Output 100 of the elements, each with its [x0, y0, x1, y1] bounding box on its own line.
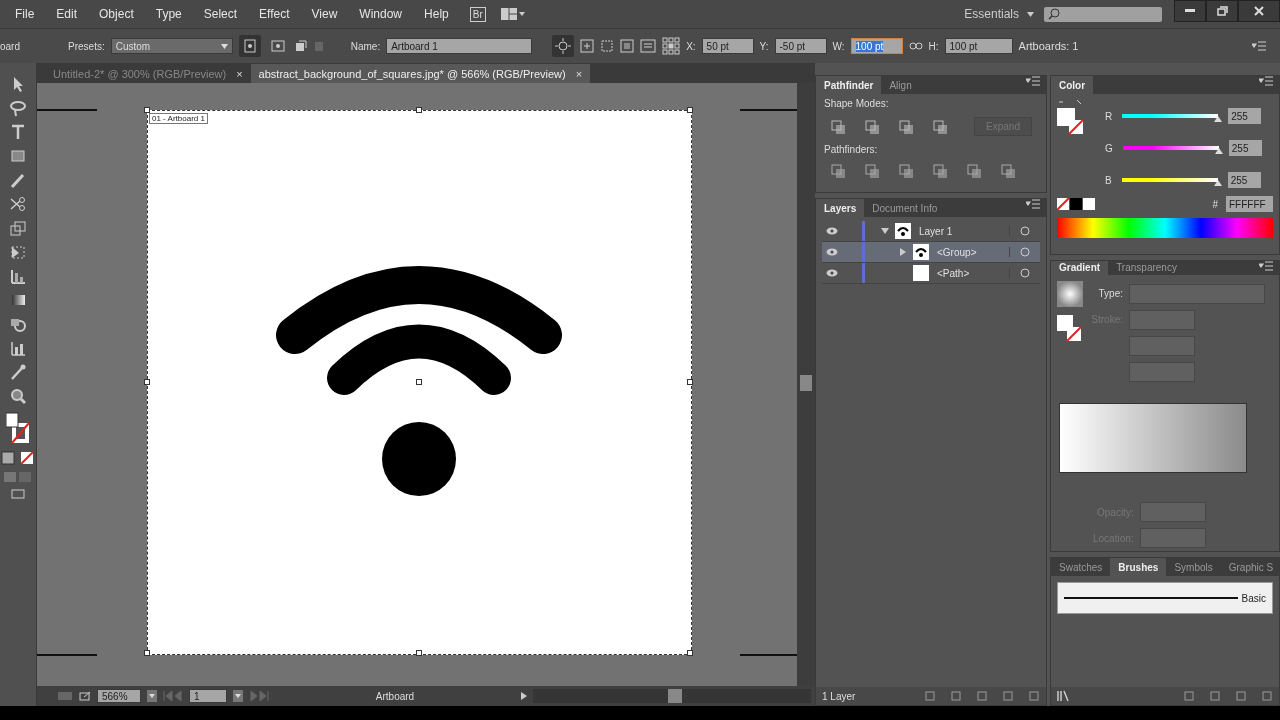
selection-handle[interactable]: [687, 379, 693, 385]
layer-row[interactable]: <Group>: [822, 242, 1040, 263]
eye-icon[interactable]: [826, 227, 838, 235]
constrain-link-icon[interactable]: [908, 40, 923, 52]
expanded-triangle-icon[interactable]: [881, 227, 889, 235]
panel-tab[interactable]: Transparency: [1108, 261, 1185, 275]
slider-thumb[interactable]: [1213, 180, 1222, 186]
artboard-options-icon[interactable]: [620, 39, 635, 53]
coordinate-field[interactable]: 50 pt: [701, 38, 754, 54]
scale-tool-icon[interactable]: [9, 219, 27, 237]
panel-tab[interactable]: Symbols: [1166, 558, 1221, 576]
coordinate-field[interactable]: -50 pt: [774, 38, 827, 54]
menu-item[interactable]: File: [4, 7, 46, 21]
menu-item[interactable]: Help: [413, 7, 460, 21]
restore-button[interactable]: [1206, 0, 1238, 22]
none-swatch-icon[interactable]: [1, 451, 35, 465]
remove-stroke-icon[interactable]: [1183, 690, 1195, 702]
color-spectrum[interactable]: [1057, 218, 1273, 238]
coordinate-field[interactable]: 100 pt: [850, 38, 903, 54]
artboard-rulers-icon[interactable]: [600, 39, 615, 53]
center-artboard-icon[interactable]: [580, 39, 595, 53]
panel-tab[interactable]: Swatches: [1051, 558, 1111, 576]
collapsed-triangle-icon[interactable]: [899, 248, 907, 256]
selection-handle[interactable]: [416, 107, 422, 113]
fill-stroke-swatch-icon[interactable]: [6, 411, 30, 445]
type-tool-icon[interactable]: [9, 123, 27, 141]
layer-row[interactable]: <Path>: [822, 263, 1040, 284]
gradient-preview-icon[interactable]: [1057, 280, 1083, 307]
close-button[interactable]: [1238, 0, 1280, 22]
slider-thumb[interactable]: [1214, 148, 1223, 154]
new-layer-icon[interactable]: [1002, 690, 1014, 702]
menu-item[interactable]: View: [300, 7, 349, 21]
rectangle-tool-icon[interactable]: [9, 147, 27, 165]
selection-handle[interactable]: [144, 379, 150, 385]
horizontal-scrollbar[interactable]: [533, 689, 811, 703]
control-menu-icon[interactable]: [1252, 41, 1266, 51]
artboard-list-icon[interactable]: [640, 39, 657, 53]
target-circle-icon[interactable]: [1020, 226, 1030, 236]
zoom-icon[interactable]: [9, 387, 27, 405]
arrange-documents-icon[interactable]: [499, 7, 526, 21]
zoom-field[interactable]: 566%: [97, 689, 141, 703]
selection-handle[interactable]: [144, 107, 150, 113]
trash-icon[interactable]: [1028, 690, 1040, 702]
tab-close-button[interactable]: ×: [575, 67, 583, 80]
lasso-icon[interactable]: [9, 99, 27, 117]
channel-value-field[interactable]: 255: [1228, 108, 1262, 124]
panel-tab[interactable]: Brushes: [1110, 558, 1167, 576]
panel-menu-icon[interactable]: [1026, 76, 1040, 86]
new-brush-icon[interactable]: [1235, 690, 1247, 702]
menu-item[interactable]: Window: [348, 7, 414, 21]
panel-menu-icon[interactable]: [1259, 261, 1273, 271]
panel-tab[interactable]: Align: [881, 76, 920, 94]
graph-tool-icon[interactable]: [9, 267, 27, 285]
new-sublayer-icon[interactable]: [976, 690, 988, 702]
zoom-dropdown-icon[interactable]: [147, 690, 157, 702]
selection-handle[interactable]: [416, 379, 422, 385]
search-field[interactable]: [1044, 6, 1162, 22]
menu-item[interactable]: Object: [88, 7, 145, 21]
selection-handle[interactable]: [416, 650, 422, 656]
selection-handle[interactable]: [687, 650, 693, 656]
screen-mode-icon[interactable]: [11, 489, 25, 499]
artboard-number-field[interactable]: 1: [189, 689, 227, 703]
new-artboard-icon[interactable]: [294, 40, 307, 52]
channel-value-field[interactable]: 255: [1228, 140, 1262, 156]
document-tab[interactable]: abstract_background_of_squares.jpg* @ 566% (RGB/Preview) ×: [250, 64, 591, 83]
minimize-button[interactable]: [1174, 0, 1206, 22]
pencil-icon[interactable]: [9, 171, 27, 189]
brush-item[interactable]: Basic: [1057, 582, 1273, 614]
menu-item[interactable]: Edit: [45, 7, 89, 21]
eye-icon[interactable]: [826, 269, 838, 277]
crop-icon[interactable]: [932, 163, 948, 179]
exclude-icon[interactable]: [932, 118, 948, 135]
panel-tab[interactable]: Layers: [816, 199, 865, 217]
coordinate-field[interactable]: 100 pt: [944, 38, 1013, 54]
presets-dropdown[interactable]: Custom: [110, 38, 233, 54]
panel-menu-icon[interactable]: [1259, 76, 1273, 86]
fill-stroke-swatch-icon[interactable]: [1057, 314, 1083, 343]
menu-item[interactable]: Effect: [248, 7, 301, 21]
name-field[interactable]: Artboard 1: [386, 38, 533, 54]
trash-icon[interactable]: [1261, 690, 1273, 702]
panel-tab[interactable]: Graphic S: [1220, 558, 1280, 576]
outline-icon[interactable]: [966, 163, 982, 179]
menu-item[interactable]: Select: [192, 7, 249, 21]
workspace-switcher[interactable]: Essentials: [958, 7, 1027, 21]
channel-value-field[interactable]: 255: [1227, 172, 1261, 188]
menu-item[interactable]: Type: [144, 7, 193, 21]
minus-front-icon[interactable]: [864, 118, 880, 135]
move-artwork-button[interactable]: [552, 35, 575, 57]
panel-tab[interactable]: Gradient: [1051, 261, 1109, 275]
unite-icon[interactable]: [830, 118, 846, 135]
divide-icon[interactable]: [830, 163, 846, 179]
hex-field[interactable]: FFFFFF: [1226, 196, 1273, 212]
document-tab[interactable]: Untitled-2* @ 300% (RGB/Preview) ×: [45, 64, 251, 83]
eyedropper-icon[interactable]: [9, 363, 27, 381]
panel-tab[interactable]: Pathfinder: [816, 76, 882, 94]
tab-close-button[interactable]: ×: [236, 67, 243, 80]
reference-point-icon[interactable]: [662, 37, 681, 55]
play-triangle-icon[interactable]: [521, 692, 527, 700]
locate-object-icon[interactable]: [924, 690, 936, 702]
dropdown-caret-icon[interactable]: [1027, 11, 1034, 17]
